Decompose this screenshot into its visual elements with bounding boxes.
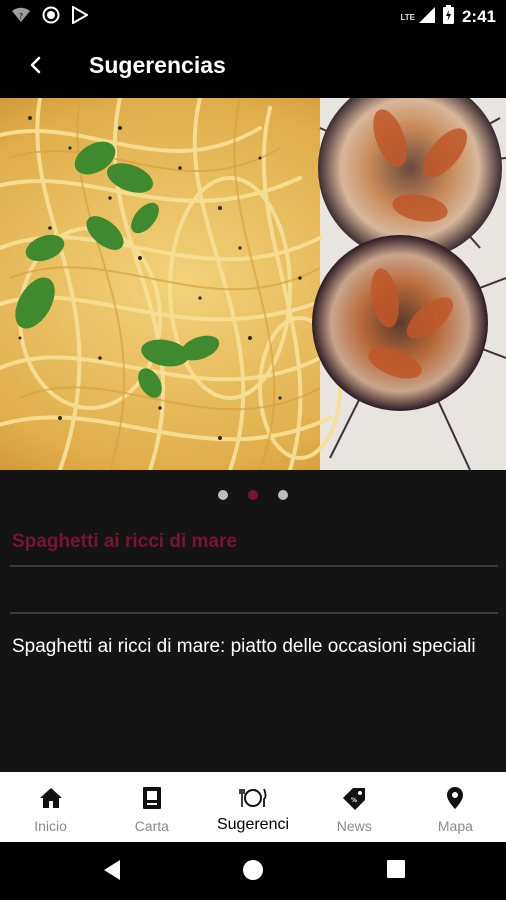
divider xyxy=(10,612,498,614)
signal-icon xyxy=(418,6,435,28)
map-pin-icon xyxy=(441,784,469,812)
carousel-dot-active[interactable] xyxy=(248,490,258,500)
nav-item-sugerencias[interactable]: Sugerenci xyxy=(202,772,303,842)
carousel-indicator xyxy=(0,490,506,504)
suggestion-title: Spaghetti ai ricci di mare xyxy=(12,531,237,552)
nav-item-carta[interactable]: Carta xyxy=(101,772,202,842)
svg-text:%: % xyxy=(351,797,357,804)
plate-cutlery-icon xyxy=(239,784,267,812)
clock: 2:41 xyxy=(461,7,496,26)
carousel-dot[interactable] xyxy=(218,490,228,500)
menu-card-icon xyxy=(138,784,166,812)
back-arrow-icon xyxy=(30,56,41,74)
nav-label: News xyxy=(336,818,372,834)
tag-icon: % xyxy=(340,784,368,812)
recents-square-icon[interactable] xyxy=(386,859,406,884)
wifi-question-icon: ? xyxy=(12,7,30,28)
nav-item-inicio[interactable]: Inicio xyxy=(0,772,101,842)
record-icon xyxy=(42,6,60,29)
nav-item-news[interactable]: % News xyxy=(304,772,405,842)
status-bar: ? LTE 2:41 xyxy=(0,0,506,32)
system-navigation-bar xyxy=(0,842,506,900)
app-bar: Sugerencias xyxy=(0,32,506,98)
nav-label: Carta xyxy=(134,818,169,834)
network-type: LTE xyxy=(400,12,415,22)
page-title: Sugerencias xyxy=(89,52,226,78)
spaghetti-sea-urchin-photo xyxy=(0,98,506,470)
home-icon xyxy=(37,784,65,812)
play-store-icon xyxy=(72,5,90,29)
carousel-dot[interactable] xyxy=(278,490,288,500)
bottom-navigation: Inicio Carta Sugerenci % News Mapa xyxy=(0,772,506,842)
nav-item-mapa[interactable]: Mapa xyxy=(405,772,506,842)
nav-label: Mapa xyxy=(437,818,473,834)
back-triangle-icon[interactable] xyxy=(102,859,122,886)
svg-text:?: ? xyxy=(19,12,23,21)
battery-icon xyxy=(442,5,454,29)
back-button[interactable] xyxy=(20,49,52,81)
nav-label: Sugerenci xyxy=(216,816,290,833)
nav-label: Inicio xyxy=(34,818,67,834)
carousel-image[interactable] xyxy=(0,98,506,470)
divider xyxy=(10,565,498,567)
home-circle-icon[interactable] xyxy=(242,859,264,886)
suggestion-description: Spaghetti ai ricci di mare: piatto delle… xyxy=(12,636,476,657)
